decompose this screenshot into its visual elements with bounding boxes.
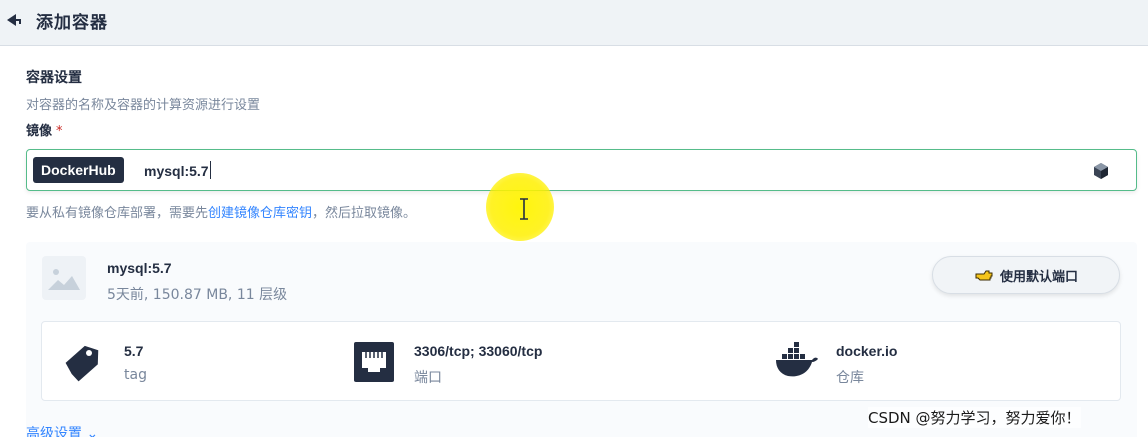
detail-tag-label: tag	[124, 367, 147, 383]
image-input-text: mysql:5.7	[144, 163, 209, 179]
detail-ports-value: 3306/tcp; 33060/tcp	[414, 343, 543, 359]
docker-whale-icon	[776, 342, 818, 377]
hint-prefix: 要从私有镜像仓库部署，需要先	[26, 206, 209, 221]
detail-registry: docker.io 仓库	[774, 322, 1074, 402]
image-input-value[interactable]: mysql:5.7	[144, 161, 211, 179]
use-default-ports-button[interactable]: 使用默认端口	[932, 256, 1120, 294]
use-default-ports-label: 使用默认端口	[999, 269, 1078, 285]
detail-registry-label: 仓库	[836, 370, 864, 386]
advanced-settings-label: 高级设置	[26, 426, 82, 437]
section-title: 容器设置	[26, 70, 82, 86]
private-registry-hint: 要从私有镜像仓库部署，需要先创建镜像仓库密钥，然后拉取镜像。	[26, 202, 416, 221]
detail-registry-value: docker.io	[836, 343, 898, 359]
page-title: 添加容器	[36, 13, 108, 33]
text-caret	[209, 161, 211, 179]
detail-ports-label: 端口	[414, 370, 442, 386]
page-header: 添加容器	[0, 0, 1148, 44]
chevron-down-icon: ⌄	[86, 426, 99, 437]
ethernet-port-icon	[354, 342, 394, 382]
registry-selector[interactable]: DockerHub	[33, 157, 124, 183]
result-image-name: mysql:5.7	[107, 260, 172, 276]
pointing-hand-icon	[975, 270, 993, 281]
image-details: 5.7 tag 3306/tcp; 33060/tcp 端口 docker.io…	[41, 321, 1121, 401]
create-registry-secret-link[interactable]: 创建镜像仓库密钥	[208, 206, 312, 221]
advanced-settings-toggle[interactable]: 高级设置 ⌄	[26, 423, 98, 437]
container-settings-card: 容器设置 对容器的名称及容器的计算资源进行设置 镜像 * DockerHub my…	[0, 45, 1148, 437]
image-label-text: 镜像	[26, 124, 53, 139]
image-field-label: 镜像 *	[26, 120, 63, 139]
image-search-input[interactable]: DockerHub mysql:5.7	[26, 149, 1137, 191]
cube-icon[interactable]	[1092, 162, 1110, 180]
required-mark: *	[56, 124, 63, 139]
watermark: CSDN @努力学习，努力爱你！	[868, 407, 1081, 428]
detail-tag-value: 5.7	[124, 343, 144, 359]
hint-suffix: ，然后拉取镜像。	[312, 206, 417, 221]
detail-tag: 5.7 tag	[62, 322, 342, 402]
result-image-meta: 5天前, 150.87 MB, 11 层级	[107, 287, 288, 303]
detail-ports: 3306/tcp; 33060/tcp 端口	[352, 322, 752, 402]
image-placeholder-icon	[42, 256, 86, 300]
section-description: 对容器的名称及容器的计算资源进行设置	[26, 98, 261, 113]
ibeam-cursor-icon	[520, 198, 528, 220]
back-arrow-icon[interactable]	[4, 11, 24, 31]
tag-icon	[65, 345, 99, 382]
